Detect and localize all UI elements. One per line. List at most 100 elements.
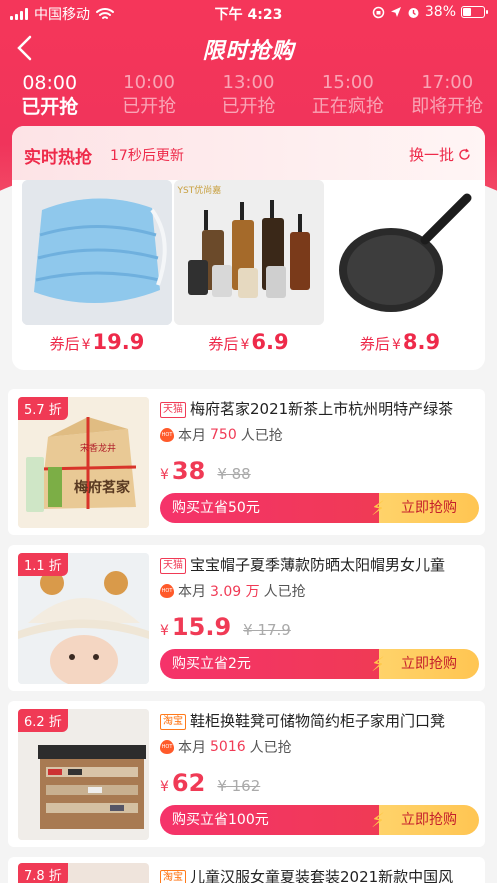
tab-time: 10:00 (123, 72, 176, 93)
product-card[interactable]: 7.8 折 淘宝 儿童汉服女童夏装套装2021新款中国风 (8, 857, 485, 883)
coupon-label: 券后 (49, 335, 80, 353)
product-name: 儿童汉服女童夏装套装2021新款中国风 (190, 868, 454, 883)
hot-item[interactable]: YST优尚嘉 券后 ¥6.9 (173, 180, 324, 354)
lightning-icon: ⚡ (370, 808, 385, 832)
refresh-countdown: 17秒后更新 (110, 148, 184, 164)
buy-now-button[interactable]: 立即抢购 (379, 649, 479, 679)
sold-suffix: 人已抢 (249, 740, 292, 756)
hot-fire-icon (160, 584, 174, 598)
platform-badge: 天猫 (160, 402, 186, 418)
lightning-icon: ⚡ (370, 496, 385, 520)
product-title: 淘宝 鞋柜换鞋凳可储物简约柜子家用门口凳 (160, 710, 476, 731)
currency-symbol: ¥ (81, 337, 91, 353)
tab-status: 已开抢 (21, 96, 79, 118)
oil-bottles-image: YST优尚嘉 (173, 180, 324, 325)
tab-status: 正在疯抢 (311, 96, 384, 117)
face-mask-image (22, 180, 172, 325)
product-title: 淘宝 儿童汉服女童夏装套装2021新款中国风 (160, 866, 476, 883)
baby-hat-image: 1.1 折 (18, 553, 149, 684)
battery-icon (461, 6, 488, 18)
save-label: 购买立省100元 ⚡ (160, 805, 385, 835)
original-price: ¥ 88 (217, 465, 251, 483)
refresh-icon (459, 148, 470, 160)
status-bar: 中国移动 下午 4:23 38% (0, 0, 497, 26)
current-price: 15.9 (171, 613, 232, 641)
tab-1500[interactable]: 15:00 正在疯抢 (298, 72, 397, 120)
buy-bar[interactable]: 购买立省100元 ⚡ 立即抢购 (160, 805, 479, 835)
hot-deals-title: 实时热抢 (24, 148, 92, 168)
sold-prefix: 本月 (178, 740, 206, 756)
refresh-label: 换一批 (408, 146, 454, 164)
buy-bar[interactable]: 购买立省50元 ⚡ 立即抢购 (160, 493, 479, 523)
oil-bottles-brand: YST优尚嘉 (177, 186, 222, 196)
alarm-icon (408, 7, 419, 18)
tab-0800[interactable]: 08:00 已开抢 (0, 72, 99, 120)
price: ¥62 ¥ 162 (160, 769, 260, 797)
page-title: 限时抢购 (0, 33, 497, 65)
save-label: 购买立省50元 ⚡ (160, 493, 385, 523)
tea-package-image: 宋香龙井 梅府茗家 5.7 折 (18, 397, 149, 528)
product-card[interactable]: 宋香龙井 梅府茗家 5.7 折 天猫梅府茗家2021新茶上市杭州明特产绿茶 本月… (8, 389, 485, 535)
hot-item[interactable]: 券后 ¥8.9 (325, 180, 475, 354)
price: ¥15.9 ¥ 17.9 (160, 613, 291, 641)
sold-suffix: 人已抢 (240, 428, 283, 444)
product-card[interactable]: 6.2 折 淘宝鞋柜换鞋凳可储物简约柜子家用门口凳 本月 5016 人已抢 ¥6… (8, 701, 485, 847)
sold-count: 本月 3.09 万 人已抢 (160, 581, 306, 601)
platform-badge: 天猫 (160, 558, 186, 574)
hot-price: 6.9 (251, 330, 289, 354)
product-name: 鞋柜换鞋凳可储物简约柜子家用门口凳 (190, 712, 446, 730)
sold-prefix: 本月 (178, 584, 206, 600)
refresh-button[interactable]: 换一批 (409, 144, 471, 165)
product-name: 宝宝帽子夏季薄款防晒太阳帽男女儿童 (190, 556, 446, 574)
hot-price: 8.9 (402, 330, 441, 354)
currency-symbol: ¥ (160, 779, 169, 795)
buy-bar[interactable]: 购买立省2元 ⚡ 立即抢购 (160, 649, 479, 679)
sold-count: 本月 5016 人已抢 (160, 737, 292, 757)
product-card[interactable]: 1.1 折 天猫宝宝帽子夏季薄款防晒太阳帽男女儿童 本月 3.09 万 人已抢 … (8, 545, 485, 691)
sold-number: 5016 (210, 739, 246, 755)
currency-symbol: ¥ (160, 623, 169, 639)
currency-symbol: ¥ (160, 467, 169, 483)
original-price: ¥ 17.9 (243, 621, 291, 639)
tab-time: 15:00 (321, 72, 374, 93)
save-text: 购买立省2元 (172, 656, 251, 672)
tab-1000[interactable]: 10:00 已开抢 (99, 72, 198, 120)
tab-1700[interactable]: 17:00 即将开抢 (398, 72, 497, 120)
coupon-label: 券后 (208, 335, 239, 353)
sold-number: 3.09 万 (210, 584, 260, 600)
sold-count: 本月 750 人已抢 (160, 425, 283, 445)
tab-time: 17:00 (421, 72, 474, 93)
sold-prefix: 本月 (178, 428, 206, 444)
discount-badge: 6.2 折 (18, 709, 68, 732)
kids-hanfu-image: 7.8 折 (18, 863, 149, 883)
discount-badge: 1.1 折 (18, 553, 68, 576)
current-price: 38 (171, 457, 206, 485)
tab-time: 08:00 (22, 72, 78, 94)
hot-fire-icon (160, 740, 174, 754)
currency-symbol: ¥ (240, 337, 250, 353)
product-name: 梅府茗家2021新茶上市杭州明特产绿茶 (190, 400, 454, 418)
hot-item[interactable]: 券后 ¥19.9 (22, 180, 172, 354)
coupon-label: 券后 (359, 335, 390, 353)
frying-pan-image (325, 180, 475, 325)
buy-now-button[interactable]: 立即抢购 (379, 805, 479, 835)
discount-badge: 5.7 折 (18, 397, 68, 420)
sold-number: 750 (210, 427, 237, 443)
save-text: 购买立省100元 (172, 812, 269, 828)
shoe-cabinet-image: 6.2 折 (18, 709, 149, 840)
price: ¥38 ¥ 88 (160, 457, 251, 485)
save-text: 购买立省50元 (172, 500, 260, 516)
platform-badge: 淘宝 (160, 714, 186, 730)
discount-badge: 7.8 折 (18, 863, 68, 883)
tab-1300[interactable]: 13:00 已开抢 (199, 72, 298, 120)
platform-badge: 淘宝 (160, 870, 186, 883)
battery-percent: 38% (424, 4, 456, 20)
original-price: ¥ 162 (217, 777, 261, 795)
product-title: 天猫 梅府茗家2021新茶上市杭州明特产绿茶 (160, 398, 476, 419)
save-label: 购买立省2元 ⚡ (160, 649, 385, 679)
hot-deals-panel: 实时热抢 17秒后更新 换一批 券后 ¥19.9 YST优尚嘉 券后 ¥6.9 … (12, 126, 485, 370)
tea-package-text: 宋香龙井 (80, 444, 117, 454)
product-title: 天猫 宝宝帽子夏季薄款防晒太阳帽男女儿童 (160, 554, 476, 575)
buy-now-button[interactable]: 立即抢购 (379, 493, 479, 523)
page-title-text: 限时抢购 (202, 39, 295, 64)
